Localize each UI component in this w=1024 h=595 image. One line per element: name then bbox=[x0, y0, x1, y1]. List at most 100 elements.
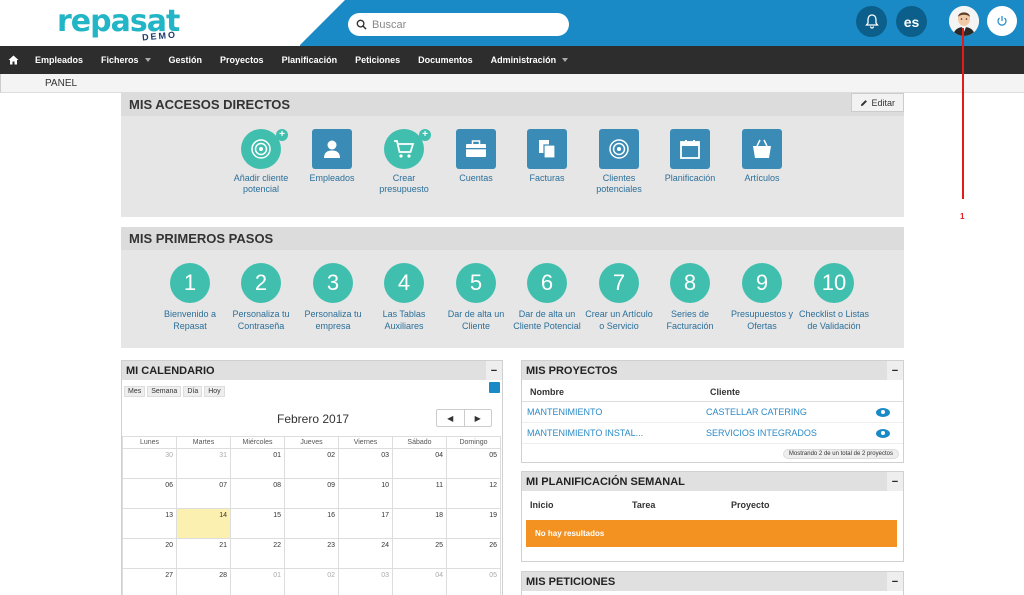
nav-label: Administración bbox=[490, 55, 557, 65]
calendar-day-cell[interactable]: 14 bbox=[176, 508, 231, 539]
calendar-day-cell[interactable]: 27 bbox=[122, 568, 177, 595]
documents-icon bbox=[527, 129, 567, 169]
search-input[interactable] bbox=[372, 18, 562, 31]
step-8[interactable]: 8 Series de Facturación bbox=[654, 263, 726, 332]
collapse-button[interactable]: − bbox=[486, 361, 502, 380]
annotation-line bbox=[962, 28, 964, 199]
calendar-day-cell[interactable]: 04 bbox=[392, 448, 447, 479]
calendar-day-cell[interactable]: 19 bbox=[446, 508, 501, 539]
calendar-day-cell[interactable]: 03 bbox=[338, 448, 393, 479]
step-10[interactable]: 10 Checklist o Listas de Validación bbox=[798, 263, 870, 332]
step-label: Dar de alta un Cliente bbox=[447, 309, 505, 331]
view-day-button[interactable]: Día bbox=[183, 386, 203, 397]
calendar-day-cell[interactable]: 03 bbox=[338, 568, 393, 595]
calendar-day-cell[interactable]: 26 bbox=[446, 538, 501, 569]
calendar-day-cell[interactable]: 09 bbox=[284, 478, 339, 509]
calendar-day-cell[interactable]: 05 bbox=[446, 448, 501, 479]
calendar-day-cell[interactable]: 13 bbox=[122, 508, 177, 539]
calendar-icon[interactable] bbox=[489, 382, 500, 393]
calendar-day-cell[interactable]: 12 bbox=[446, 478, 501, 509]
calendar-day-cell[interactable]: 04 bbox=[392, 568, 447, 595]
calendar-day-cell[interactable]: 05 bbox=[446, 568, 501, 595]
calendar-day-cell[interactable]: 08 bbox=[230, 478, 285, 509]
calendar-day-cell[interactable]: 01 bbox=[230, 568, 285, 595]
step-1[interactable]: 1 Bienvenido a Repasat bbox=[154, 263, 226, 332]
shortcut-empleados[interactable]: Empleados bbox=[297, 129, 367, 184]
shortcut-label: Empleados bbox=[309, 173, 355, 183]
eye-icon[interactable] bbox=[876, 428, 890, 438]
today-button[interactable]: Hoy bbox=[204, 386, 225, 397]
calendar-day-cell[interactable]: 16 bbox=[284, 508, 339, 539]
edit-button[interactable]: Editar bbox=[851, 93, 904, 112]
calendar-day-cell[interactable]: 30 bbox=[122, 448, 177, 479]
calendar-day-cell[interactable]: 07 bbox=[176, 478, 231, 509]
calendar-day-cell[interactable]: 25 bbox=[392, 538, 447, 569]
client-name-link[interactable]: CASTELLAR CATERING bbox=[706, 407, 807, 417]
step-2[interactable]: 2 Personaliza tu Contraseña bbox=[225, 263, 297, 332]
search-box[interactable] bbox=[348, 13, 569, 36]
calendar-day-cell[interactable]: 11 bbox=[392, 478, 447, 509]
calendar-day-cell[interactable]: 01 bbox=[230, 448, 285, 479]
shortcut-facturas[interactable]: Facturas bbox=[512, 129, 582, 184]
user-avatar[interactable] bbox=[949, 6, 979, 36]
step-6[interactable]: 6 Dar de alta un Cliente Potencial bbox=[511, 263, 583, 332]
shortcut-crear-presupuesto[interactable]: + Crear presupuesto bbox=[369, 129, 439, 195]
nav-home[interactable] bbox=[8, 55, 19, 65]
collapse-button[interactable]: − bbox=[887, 572, 903, 591]
table-row[interactable]: MANTENIMIENTO INSTAL... SERVICIOS INTEGR… bbox=[522, 423, 903, 444]
logout-button[interactable] bbox=[987, 6, 1017, 36]
calendar-day-cell[interactable]: 18 bbox=[392, 508, 447, 539]
step-9[interactable]: 9 Presupuestos y Ofertas bbox=[726, 263, 798, 332]
shortcut-articulos[interactable]: Artículos bbox=[727, 129, 797, 184]
step-7[interactable]: 7 Crear un Artículo o Servicio bbox=[583, 263, 655, 332]
next-month-button[interactable]: ▶ bbox=[465, 410, 492, 426]
shortcut-planificacion[interactable]: Planificación bbox=[655, 129, 725, 184]
nav-documentos[interactable]: Documentos bbox=[418, 55, 473, 65]
step-label: Personaliza tu empresa bbox=[304, 309, 362, 331]
client-name-link[interactable]: SERVICIOS INTEGRADOS bbox=[706, 428, 817, 438]
calendar-day-cell[interactable]: 31 bbox=[176, 448, 231, 479]
nav-peticiones[interactable]: Peticiones bbox=[355, 55, 400, 65]
view-week-button[interactable]: Semana bbox=[147, 386, 182, 397]
nav-gestion[interactable]: Gestión bbox=[169, 55, 203, 65]
calendar-day-cell[interactable]: 02 bbox=[284, 568, 339, 595]
step-5[interactable]: 5 Dar de alta un Cliente bbox=[440, 263, 512, 332]
project-name-link[interactable]: MANTENIMIENTO INSTAL... bbox=[527, 428, 706, 438]
nav-label: Ficheros bbox=[101, 55, 139, 65]
eye-icon[interactable] bbox=[876, 407, 890, 417]
calendar-day-cell[interactable]: 17 bbox=[338, 508, 393, 539]
view-month-button[interactable]: Mes bbox=[124, 386, 146, 397]
nav-proyectos[interactable]: Proyectos bbox=[220, 55, 264, 65]
calendar-day-cell[interactable]: 15 bbox=[230, 508, 285, 539]
calendar-day-cell[interactable]: 02 bbox=[284, 448, 339, 479]
step-4[interactable]: 4 Las Tablas Auxiliares bbox=[368, 263, 440, 332]
calendar-day-cell[interactable]: 20 bbox=[122, 538, 177, 569]
nav-administracion[interactable]: Administración bbox=[491, 55, 569, 65]
prev-month-button[interactable]: ◀ bbox=[437, 410, 465, 426]
shortcut-cuentas[interactable]: Cuentas bbox=[441, 129, 511, 184]
notifications-button[interactable] bbox=[856, 6, 887, 37]
calendar-day-cell[interactable]: 22 bbox=[230, 538, 285, 569]
basket-icon bbox=[742, 129, 782, 169]
shortcut-clientes-potenciales[interactable]: Clientes potenciales bbox=[584, 129, 654, 195]
collapse-button[interactable]: − bbox=[887, 472, 903, 491]
calendar-grid: Lunes Martes Miércoles Jueves Viernes Sá… bbox=[122, 436, 501, 595]
calendar-week-row: 30 31 01 02 03 04 05 bbox=[122, 448, 501, 479]
shortcut-anadir-cliente[interactable]: + Añadir cliente potencial bbox=[226, 129, 296, 195]
shortcut-label: Planificación bbox=[664, 173, 716, 183]
calendar-day-cell[interactable]: 23 bbox=[284, 538, 339, 569]
language-button[interactable]: es bbox=[896, 6, 927, 37]
calendar-day-cell[interactable]: 28 bbox=[176, 568, 231, 595]
calendar-day-cell[interactable]: 21 bbox=[176, 538, 231, 569]
collapse-button[interactable]: − bbox=[887, 361, 903, 380]
table-row[interactable]: MANTENIMIENTO CASTELLAR CATERING bbox=[522, 402, 903, 423]
calendar-day-cell[interactable]: 24 bbox=[338, 538, 393, 569]
nav-planificacion[interactable]: Planificación bbox=[282, 55, 338, 65]
step-3[interactable]: 3 Personaliza tu empresa bbox=[297, 263, 369, 332]
project-name-link[interactable]: MANTENIMIENTO bbox=[527, 407, 706, 417]
weekday-header: Domingo bbox=[446, 436, 501, 449]
nav-ficheros[interactable]: Ficheros bbox=[101, 55, 151, 65]
calendar-day-cell[interactable]: 10 bbox=[338, 478, 393, 509]
nav-empleados[interactable]: Empleados bbox=[35, 55, 83, 65]
calendar-day-cell[interactable]: 06 bbox=[122, 478, 177, 509]
